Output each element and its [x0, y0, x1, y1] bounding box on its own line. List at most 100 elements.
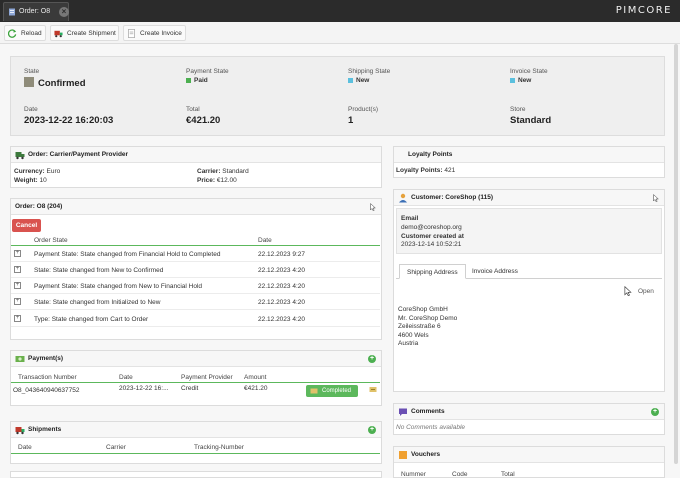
truck-icon: [15, 152, 25, 160]
row-state: Payment State: State changed from Financ…: [34, 250, 221, 258]
cursor-icon: [624, 286, 632, 296]
cursor-icon: [653, 194, 659, 202]
cancel-button[interactable]: Cancel: [12, 219, 41, 232]
shipping-state-value: New: [356, 77, 370, 84]
scrollbar[interactable]: [674, 44, 678, 464]
create-invoice-label: Create Invoice: [140, 29, 182, 37]
expand-icon[interactable]: +: [14, 266, 21, 273]
created-value: 2023-12-14 10:52:21: [401, 241, 462, 248]
carrier-panel-title: Order: Carrier/Payment Provider: [28, 151, 129, 158]
add-comment-icon[interactable]: +: [651, 408, 659, 416]
payment-icon: [15, 356, 25, 362]
open-label: Open: [638, 288, 654, 295]
loyalty-panel-title: Loyalty Points: [408, 151, 453, 158]
invoice-state-value: New: [518, 77, 532, 84]
voucher-icon: [399, 451, 407, 459]
payment-state-label: Payment State: [186, 68, 229, 75]
history-panel-title: Order: O8 (204): [15, 203, 63, 210]
col-voucher-code: Code: [452, 471, 468, 478]
created-label: Customer created at: [401, 233, 464, 240]
col-amount: Amount: [244, 374, 267, 381]
shipments-panel-title: Shipments: [28, 426, 62, 433]
create-shipment-button[interactable]: Create Shipment: [50, 25, 119, 41]
reload-label: Reload: [21, 29, 42, 37]
vouchers-panel: Vouchers: [393, 446, 665, 478]
money-icon: [310, 388, 318, 394]
store-value: Standard: [510, 115, 552, 126]
shipments-panel: Shipments +: [10, 421, 382, 464]
row-state: State: State changed from Initialized to…: [34, 298, 161, 306]
shipments-header-divider: [11, 453, 380, 454]
reload-button[interactable]: Reload: [4, 25, 46, 41]
expand-icon[interactable]: +: [14, 315, 21, 322]
email-label: Email: [401, 215, 419, 222]
add-shipment-icon[interactable]: +: [368, 426, 376, 434]
col-date: Date: [258, 237, 272, 244]
invoice-state-label: Invoice State: [510, 68, 548, 75]
expand-icon[interactable]: +: [14, 282, 21, 289]
price-row: Price: €12.00: [197, 177, 237, 184]
payment-amount: €421.20: [244, 385, 268, 392]
tab-shipping-address[interactable]: Shipping Address: [399, 264, 466, 279]
row-date: 22.12.2023 4:20: [258, 315, 305, 323]
date-value: 2023-12-22 16:20:03: [24, 115, 114, 126]
pimcore-logo: PIMCORE: [615, 5, 672, 16]
invoice-icon: [128, 29, 135, 38]
address-line: Austria: [398, 340, 419, 347]
tab-label: Order: O8: [19, 8, 51, 15]
table-row[interactable]: + Payment State: State changed from Fina…: [11, 246, 380, 262]
paid-color: [186, 78, 191, 83]
email-value[interactable]: demo@coreshop.org: [401, 224, 462, 231]
payment-status-badge: Completed: [306, 385, 358, 397]
total-label: Total: [186, 106, 200, 113]
col-transaction: Transaction Number: [18, 374, 77, 381]
top-bar: Order: O8 × PIMCORE: [0, 0, 680, 22]
tab-invoice-address[interactable]: Invoice Address: [465, 264, 525, 279]
table-row[interactable]: + Type: State changed from Cart to Order…: [11, 311, 380, 327]
edit-icon[interactable]: [369, 386, 377, 393]
add-payment-icon[interactable]: +: [368, 355, 376, 363]
address-line: Zeileisstraße 6: [398, 323, 441, 330]
carrier-row: Carrier: Standard: [197, 168, 249, 175]
expand-icon[interactable]: +: [14, 250, 21, 257]
user-icon: [399, 193, 407, 203]
col-voucher-total: Total: [501, 471, 515, 478]
close-icon[interactable]: ×: [59, 7, 69, 17]
payment-tx: O8_043640940637752: [13, 387, 80, 394]
row-state: Payment State: State changed from New to…: [34, 282, 203, 290]
payment-date: 2023-12-22 16:...: [119, 385, 169, 392]
table-row[interactable]: + State: State changed from New to Confi…: [11, 262, 380, 278]
truck-icon: [54, 30, 63, 38]
carrier-payment-panel: Order: Carrier/Payment Provider: [10, 146, 382, 188]
address-line: CoreShop GmbH: [398, 306, 448, 313]
state-label: State: [24, 68, 40, 75]
address-line: Mr. CoreShop Demo: [398, 315, 458, 322]
state-color: [24, 77, 34, 87]
expand-icon[interactable]: +: [14, 298, 21, 305]
tab-order[interactable]: Order: O8 ×: [3, 2, 69, 21]
invoice-new-color: [510, 78, 515, 83]
shipping-new-color: [348, 78, 353, 83]
create-shipment-label: Create Shipment: [67, 29, 116, 37]
loyalty-row: Loyalty Points: 421: [396, 167, 456, 174]
document-icon: [9, 8, 15, 16]
reload-icon: [8, 29, 17, 38]
toolbar: Reload Create Shipment Create Invoice: [0, 22, 680, 44]
open-button[interactable]: Open: [624, 285, 660, 298]
weight-row: Weight: 10: [14, 177, 47, 184]
row-date: 22.12.2023 4:20: [258, 282, 305, 290]
col-order-state: Order State: [34, 237, 68, 244]
comment-icon: [399, 408, 407, 416]
row-date: 22.12.2023 9:27: [258, 250, 305, 258]
row-state: State: State changed from New to Confirm…: [34, 266, 164, 274]
total-value: €421.20: [186, 115, 221, 126]
cursor-icon: [370, 203, 376, 211]
table-row[interactable]: + Payment State: State changed from New …: [11, 278, 380, 294]
products-value: 1: [348, 115, 354, 126]
table-row[interactable]: + State: State changed from Initialized …: [11, 294, 380, 310]
no-comments-text: No Comments available: [396, 424, 466, 431]
row-date: 22.12.2023 4:20: [258, 298, 305, 306]
order-summary: State Confirmed Payment State Paid Shipp…: [10, 56, 665, 136]
payment-provider: Credit: [181, 385, 199, 392]
create-invoice-button[interactable]: Create Invoice: [123, 25, 186, 41]
